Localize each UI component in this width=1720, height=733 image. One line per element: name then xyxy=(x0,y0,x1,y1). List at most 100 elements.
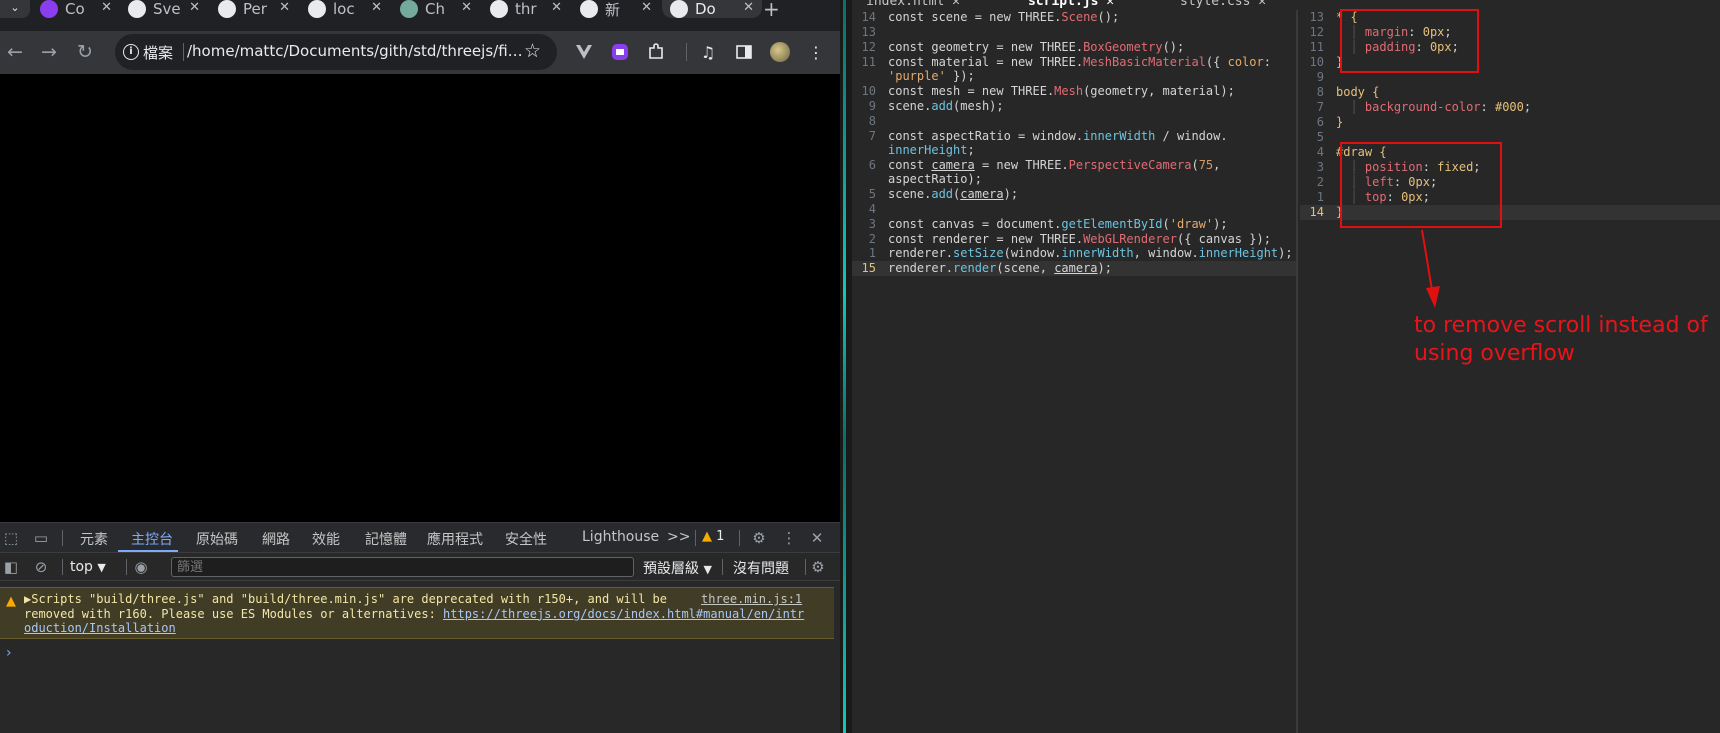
reload-icon[interactable]: ↻ xyxy=(74,41,96,63)
source-link[interactable]: three.min.js:1 xyxy=(701,592,802,606)
settings-gear-icon[interactable]: ⚙ xyxy=(750,529,768,547)
browser-tab[interactable]: Sve ✕ xyxy=(120,0,208,18)
address-bar[interactable]: i 檔案 /home/mattc/Documents/gith/std/thre… xyxy=(115,34,557,70)
devtools-tab[interactable]: 效能 xyxy=(312,529,340,549)
code-line[interactable]: 6 const camera = new THREE.PerspectiveCam… xyxy=(852,158,1296,173)
browser-tab[interactable]: Ch ✕ xyxy=(392,0,480,18)
editor-tab[interactable]: index.html ✕ xyxy=(866,0,960,9)
browser-tab[interactable]: Do ✕ xyxy=(662,0,762,18)
code-line[interactable]: 6} xyxy=(1300,115,1720,130)
media-control-icon[interactable]: ♫ xyxy=(697,41,719,63)
code-line[interactable]: 7 │ background-color: #000; xyxy=(1300,100,1720,115)
back-arrow-icon[interactable]: ← xyxy=(4,41,26,63)
devtools-tab[interactable]: 記憶體 xyxy=(365,529,407,549)
code-text: const geometry = new THREE.BoxGeometry()… xyxy=(888,40,1185,54)
code-line[interactable]: 3 const canvas = document.getElementById(… xyxy=(852,217,1296,232)
editor-tab[interactable]: style.css ✕ xyxy=(1180,0,1266,9)
close-tab-icon[interactable]: ✕ xyxy=(461,0,472,15)
code-line[interactable]: 14 const scene = new THREE.Scene(); xyxy=(852,10,1296,25)
code-line[interactable]: innerHeight; xyxy=(852,143,1296,158)
code-line[interactable]: 'purple' }); xyxy=(852,69,1296,84)
code-line[interactable]: 7 const aspectRatio = window.innerWidth /… xyxy=(852,129,1296,144)
code-line[interactable]: 15 renderer.render(scene, camera); xyxy=(852,261,1296,276)
close-tab-icon[interactable]: ✕ xyxy=(743,0,754,15)
browser-window: ⌄ Co ✕ Sve ✕ Per ✕ loc ✕ Ch ✕ thr ✕ 新 ✕ Do ✕ + ← → ↻ i … xyxy=(0,0,840,733)
extensions-puzzle-icon[interactable] xyxy=(645,41,667,63)
side-panel-icon[interactable] xyxy=(733,41,755,63)
forward-arrow-icon[interactable]: → xyxy=(38,41,60,63)
code-line[interactable]: 13 xyxy=(852,25,1296,40)
browser-menu-icon[interactable]: ⋮ xyxy=(805,41,827,63)
tab-search-button[interactable]: ⌄ xyxy=(0,0,30,18)
code-line[interactable]: 4 xyxy=(852,202,1296,217)
issues-button[interactable]: 沒有問題 xyxy=(733,558,789,578)
tab-title: 新 xyxy=(605,0,621,19)
devtools-tab[interactable]: Lighthouse xyxy=(582,529,659,545)
console-prompt[interactable]: › xyxy=(6,645,12,661)
code-text: const scene = new THREE.Scene(); xyxy=(888,10,1120,24)
console-settings-gear-icon[interactable]: ⚙ xyxy=(809,558,827,576)
code-line[interactable]: 8 xyxy=(852,114,1296,129)
docs-link[interactable]: https://threejs.org/docs/index.html#manu… xyxy=(443,607,804,621)
inspect-element-icon[interactable]: ⬚ xyxy=(2,529,20,547)
more-tabs-button[interactable]: >> xyxy=(667,529,690,545)
devtools-tab[interactable]: 主控台 xyxy=(131,529,173,549)
code-line[interactable]: 10 const mesh = new THREE.Mesh(geometry, … xyxy=(852,84,1296,99)
style-css-pane[interactable]: 13 * {12 │ margin: 0px; 11 │ padding: 0px;… xyxy=(1300,10,1720,733)
log-levels-dropdown[interactable]: 預設層級 ▼ xyxy=(643,558,712,578)
bookmark-star-icon[interactable]: ☆ xyxy=(524,40,541,62)
close-tab-icon[interactable]: ✕ xyxy=(1250,0,1266,9)
highlight-box-reset xyxy=(1340,9,1479,73)
profile-avatar[interactable] xyxy=(769,41,791,63)
code-line[interactable]: 8 body { xyxy=(1300,85,1720,100)
close-tab-icon[interactable]: ✕ xyxy=(101,0,112,15)
close-devtools-icon[interactable]: ✕ xyxy=(808,529,826,547)
purple-extension-icon[interactable] xyxy=(609,41,631,63)
close-tab-icon[interactable]: ✕ xyxy=(371,0,382,15)
dropdown-caret-icon: ▼ xyxy=(97,561,106,574)
new-tab-button[interactable]: + xyxy=(763,0,780,21)
clear-console-icon[interactable]: ⊘ xyxy=(32,558,50,576)
code-line[interactable]: aspectRatio); xyxy=(852,172,1296,187)
context-value: top xyxy=(70,559,93,575)
context-selector[interactable]: top ▼ xyxy=(70,559,106,575)
svelte-icon xyxy=(128,0,146,18)
warnings-counter[interactable]: ▲ 1 xyxy=(702,529,724,544)
close-tab-icon[interactable]: ✕ xyxy=(1098,0,1114,9)
browser-tab[interactable]: thr ✕ xyxy=(482,0,570,18)
devtools-tab[interactable]: 應用程式 xyxy=(427,529,483,549)
code-line[interactable]: 12 const geometry = new THREE.BoxGeometry… xyxy=(852,40,1296,55)
device-toolbar-icon[interactable]: ▭ xyxy=(32,529,50,547)
annotation-arrow xyxy=(1421,229,1440,308)
toolbar-divider xyxy=(675,41,697,63)
docs-link-continued[interactable]: oduction/Installation xyxy=(24,621,176,635)
browser-tab[interactable]: Per ✕ xyxy=(210,0,298,18)
code-line[interactable]: 1 renderer.setSize(window.innerWidth, win… xyxy=(852,246,1296,261)
vue-extension-icon[interactable] xyxy=(573,41,595,63)
close-tab-icon[interactable]: ✕ xyxy=(189,0,200,15)
devtools-tab[interactable]: 元素 xyxy=(80,529,108,549)
browser-tab[interactable]: 新 ✕ xyxy=(572,0,660,18)
live-expression-eye-icon[interactable]: ◉ xyxy=(132,558,150,576)
code-line[interactable]: 9 scene.add(mesh); xyxy=(852,99,1296,114)
devtools-tab[interactable]: 原始碼 xyxy=(196,529,238,549)
editor-tab[interactable]: script.js ✕ xyxy=(1028,0,1114,9)
code-line[interactable]: 5 scene.add(camera); xyxy=(852,187,1296,202)
script-js-pane[interactable]: 14 const scene = new THREE.Scene(); 13 12 co… xyxy=(852,10,1296,733)
console-filter-input[interactable] xyxy=(171,557,634,577)
close-tab-icon[interactable]: ✕ xyxy=(944,0,960,9)
close-tab-icon[interactable]: ✕ xyxy=(641,0,652,15)
devtools-menu-icon[interactable]: ⋮ xyxy=(780,529,798,547)
code-line[interactable]: 2 const renderer = new THREE.WebGLRendere… xyxy=(852,232,1296,247)
site-info-icon[interactable]: i xyxy=(123,44,139,60)
devtools-tab[interactable]: 安全性 xyxy=(505,529,547,549)
page-canvas[interactable] xyxy=(0,74,840,522)
code-line[interactable]: 11 const material = new THREE.MeshBasicMa… xyxy=(852,55,1296,70)
close-tab-icon[interactable]: ✕ xyxy=(551,0,562,15)
browser-tab[interactable]: Co ✕ xyxy=(32,0,120,18)
devtools-tab[interactable]: 網路 xyxy=(262,529,290,549)
sidebar-toggle-icon[interactable]: ◧ xyxy=(2,558,20,576)
close-tab-icon[interactable]: ✕ xyxy=(279,0,290,15)
url-text[interactable]: /home/mattc/Documents/gith/std/threejs/f… xyxy=(187,42,527,60)
browser-tab[interactable]: loc ✕ xyxy=(300,0,390,18)
